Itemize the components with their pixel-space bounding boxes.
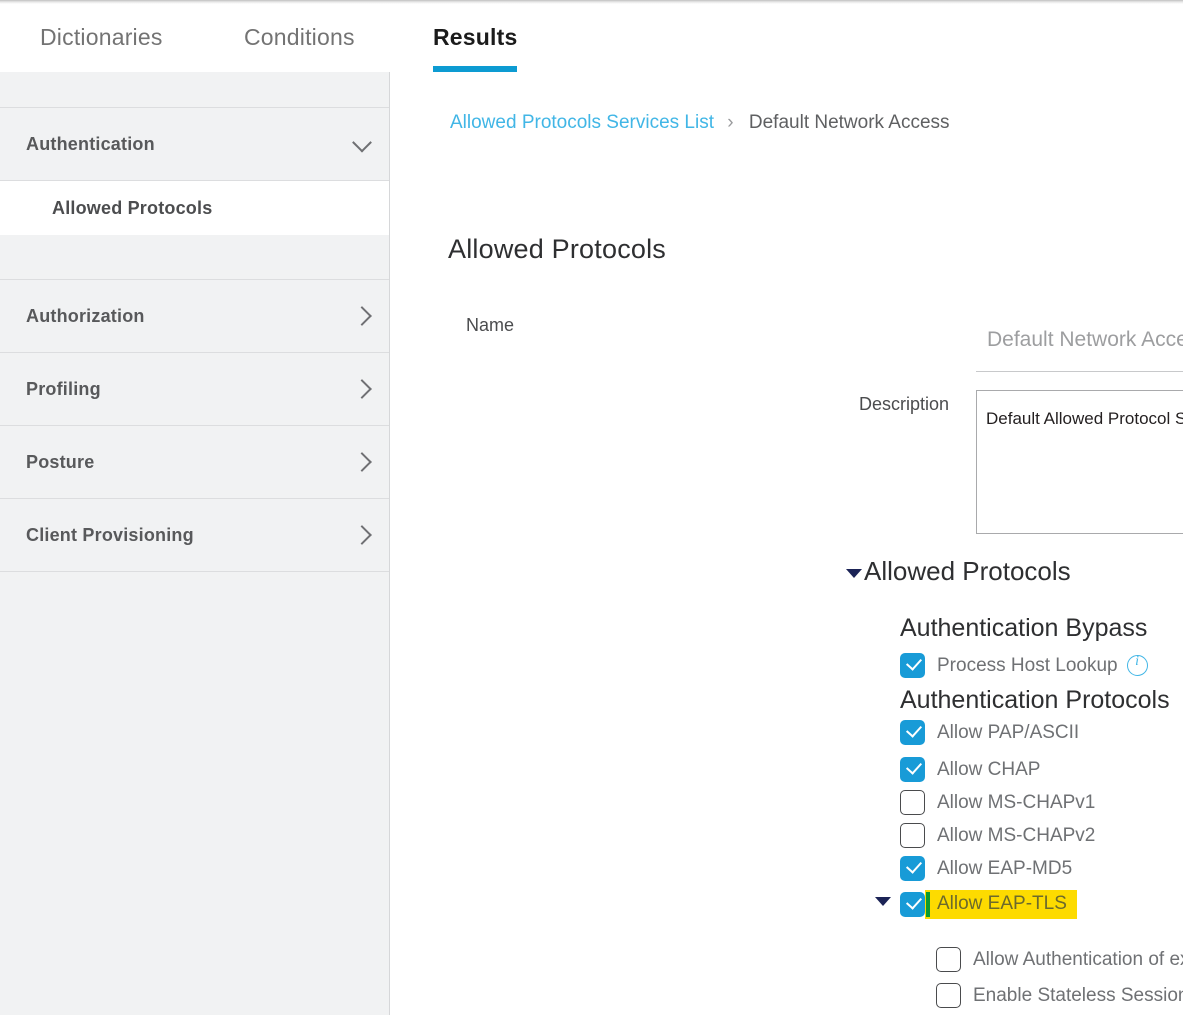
checkbox-row-allow-ms-chapv2[interactable]: Allow MS-CHAPv2 <box>900 823 1095 848</box>
allowed-protocols-section-label: Allowed Protocols <box>864 556 1071 586</box>
checkbox-row-allow-pap-ascii[interactable]: Allow PAP/ASCII <box>900 720 1079 745</box>
checkbox-label: Allow MS-CHAPv2 <box>937 824 1096 846</box>
checkbox-label: Process Host Lookup <box>937 654 1118 676</box>
sidebar-item-label: Profiling <box>26 378 101 399</box>
sidebar-subgroup-spacer <box>0 235 389 280</box>
sidebar-item-label: Posture <box>26 451 95 472</box>
checkbox-row-allow-ms-chapv1[interactable]: Allow MS-CHAPv1 <box>900 790 1095 815</box>
sidebar-item-authentication[interactable]: Authentication <box>0 108 389 181</box>
checkbox-label: Allow PAP/ASCII <box>937 721 1080 743</box>
description-textarea-value: Default Allowed Protocol Service <box>986 409 1183 428</box>
sidebar-item-profiling[interactable]: Profiling <box>0 353 389 426</box>
checkbox-enable-stateless-session-resume[interactable] <box>936 983 961 1008</box>
breadcrumb: Allowed Protocols Services List › Defaul… <box>450 112 950 134</box>
tab-conditions[interactable]: Conditions <box>244 24 355 51</box>
tab-results[interactable]: Results <box>433 24 517 51</box>
checkbox-label-highlighted: Allow EAP-TLS <box>925 890 1077 919</box>
sidebar: Authentication Allowed Protocols Authori… <box>0 72 390 1015</box>
checkbox-row-allow-eap-md5[interactable]: Allow EAP-MD5 <box>900 856 1072 881</box>
sidebar-item-label: Client Provisioning <box>26 524 194 545</box>
checkbox-allow-ms-chapv1[interactable] <box>900 790 925 815</box>
chevron-right-icon[interactable] <box>352 306 372 326</box>
checkbox-process-host-lookup[interactable] <box>900 653 925 678</box>
triangle-down-icon <box>846 568 862 578</box>
sidebar-item-label: Allowed Protocols <box>52 197 213 218</box>
name-label: Name <box>466 315 515 335</box>
group-heading-authentication-protocols: Authentication Protocols <box>900 686 1170 714</box>
checkbox-row-enable-stateless-session-resume[interactable]: Enable Stateless Session Resume <box>936 983 1183 1008</box>
checkbox-row-allow-chap[interactable]: Allow CHAP <box>900 757 1040 782</box>
info-icon[interactable] <box>1126 654 1148 676</box>
sidebar-item-posture[interactable]: Posture <box>0 426 389 499</box>
breadcrumb-current: Default Network Access <box>748 112 950 133</box>
checkbox-row-process-host-lookup[interactable]: Process Host Lookup <box>900 653 1148 678</box>
checkbox-row-allow-expired-certificates[interactable]: Allow Authentication of expired certific… <box>936 947 1183 972</box>
main-content: Allowed Protocols Services List › Defaul… <box>391 72 1183 1015</box>
checkbox-label: Allow Authentication of expired certific… <box>973 948 1183 970</box>
name-input[interactable]: Default Network Access <box>976 327 1183 372</box>
checkbox-label: Allow EAP-MD5 <box>937 857 1073 879</box>
triangle-down-icon-eap-tls[interactable] <box>875 897 891 906</box>
checkbox-allow-chap[interactable] <box>900 757 925 782</box>
description-label: Description <box>859 394 950 414</box>
checkbox-label: Allow MS-CHAPv1 <box>937 791 1096 813</box>
sidebar-item-authorization[interactable]: Authorization <box>0 280 389 353</box>
selection-caret-marker <box>926 892 930 917</box>
name-input-value: Default Network Access <box>987 328 1183 351</box>
group-heading-authentication-bypass: Authentication Bypass <box>900 614 1148 642</box>
description-textarea[interactable]: Default Allowed Protocol Service <box>976 390 1183 534</box>
chevron-down-icon[interactable] <box>352 132 372 153</box>
allowed-protocols-section-toggle[interactable]: Allowed Protocols <box>846 556 1071 587</box>
sidebar-item-label: Authentication <box>26 133 155 154</box>
sidebar-bottom-fill <box>0 572 389 992</box>
breadcrumb-separator-icon: › <box>727 112 734 133</box>
checkbox-allow-eap-tls[interactable] <box>900 892 925 917</box>
tab-bar: Dictionaries Conditions Results <box>0 4 1183 72</box>
checkbox-label: Allow CHAP <box>937 758 1041 780</box>
page-title: Allowed Protocols <box>448 234 667 264</box>
chevron-right-icon[interactable] <box>352 525 372 545</box>
sidebar-item-allowed-protocols[interactable]: Allowed Protocols <box>0 181 389 235</box>
chevron-right-icon[interactable] <box>352 379 372 399</box>
sidebar-top-spacer <box>0 72 389 108</box>
checkbox-allow-expired-certificates[interactable] <box>936 947 961 972</box>
checkbox-allow-ms-chapv2[interactable] <box>900 823 925 848</box>
chevron-right-icon[interactable] <box>352 452 372 472</box>
sidebar-item-label: Authorization <box>26 305 145 326</box>
breadcrumb-link-services-list[interactable]: Allowed Protocols Services List <box>450 112 714 133</box>
tab-dictionaries[interactable]: Dictionaries <box>40 24 163 51</box>
sidebar-item-client-provisioning[interactable]: Client Provisioning <box>0 499 389 572</box>
checkbox-label: Enable Stateless Session Resume <box>973 984 1183 1006</box>
checkbox-allow-eap-md5[interactable] <box>900 856 925 881</box>
checkbox-allow-pap-ascii[interactable] <box>900 720 925 745</box>
